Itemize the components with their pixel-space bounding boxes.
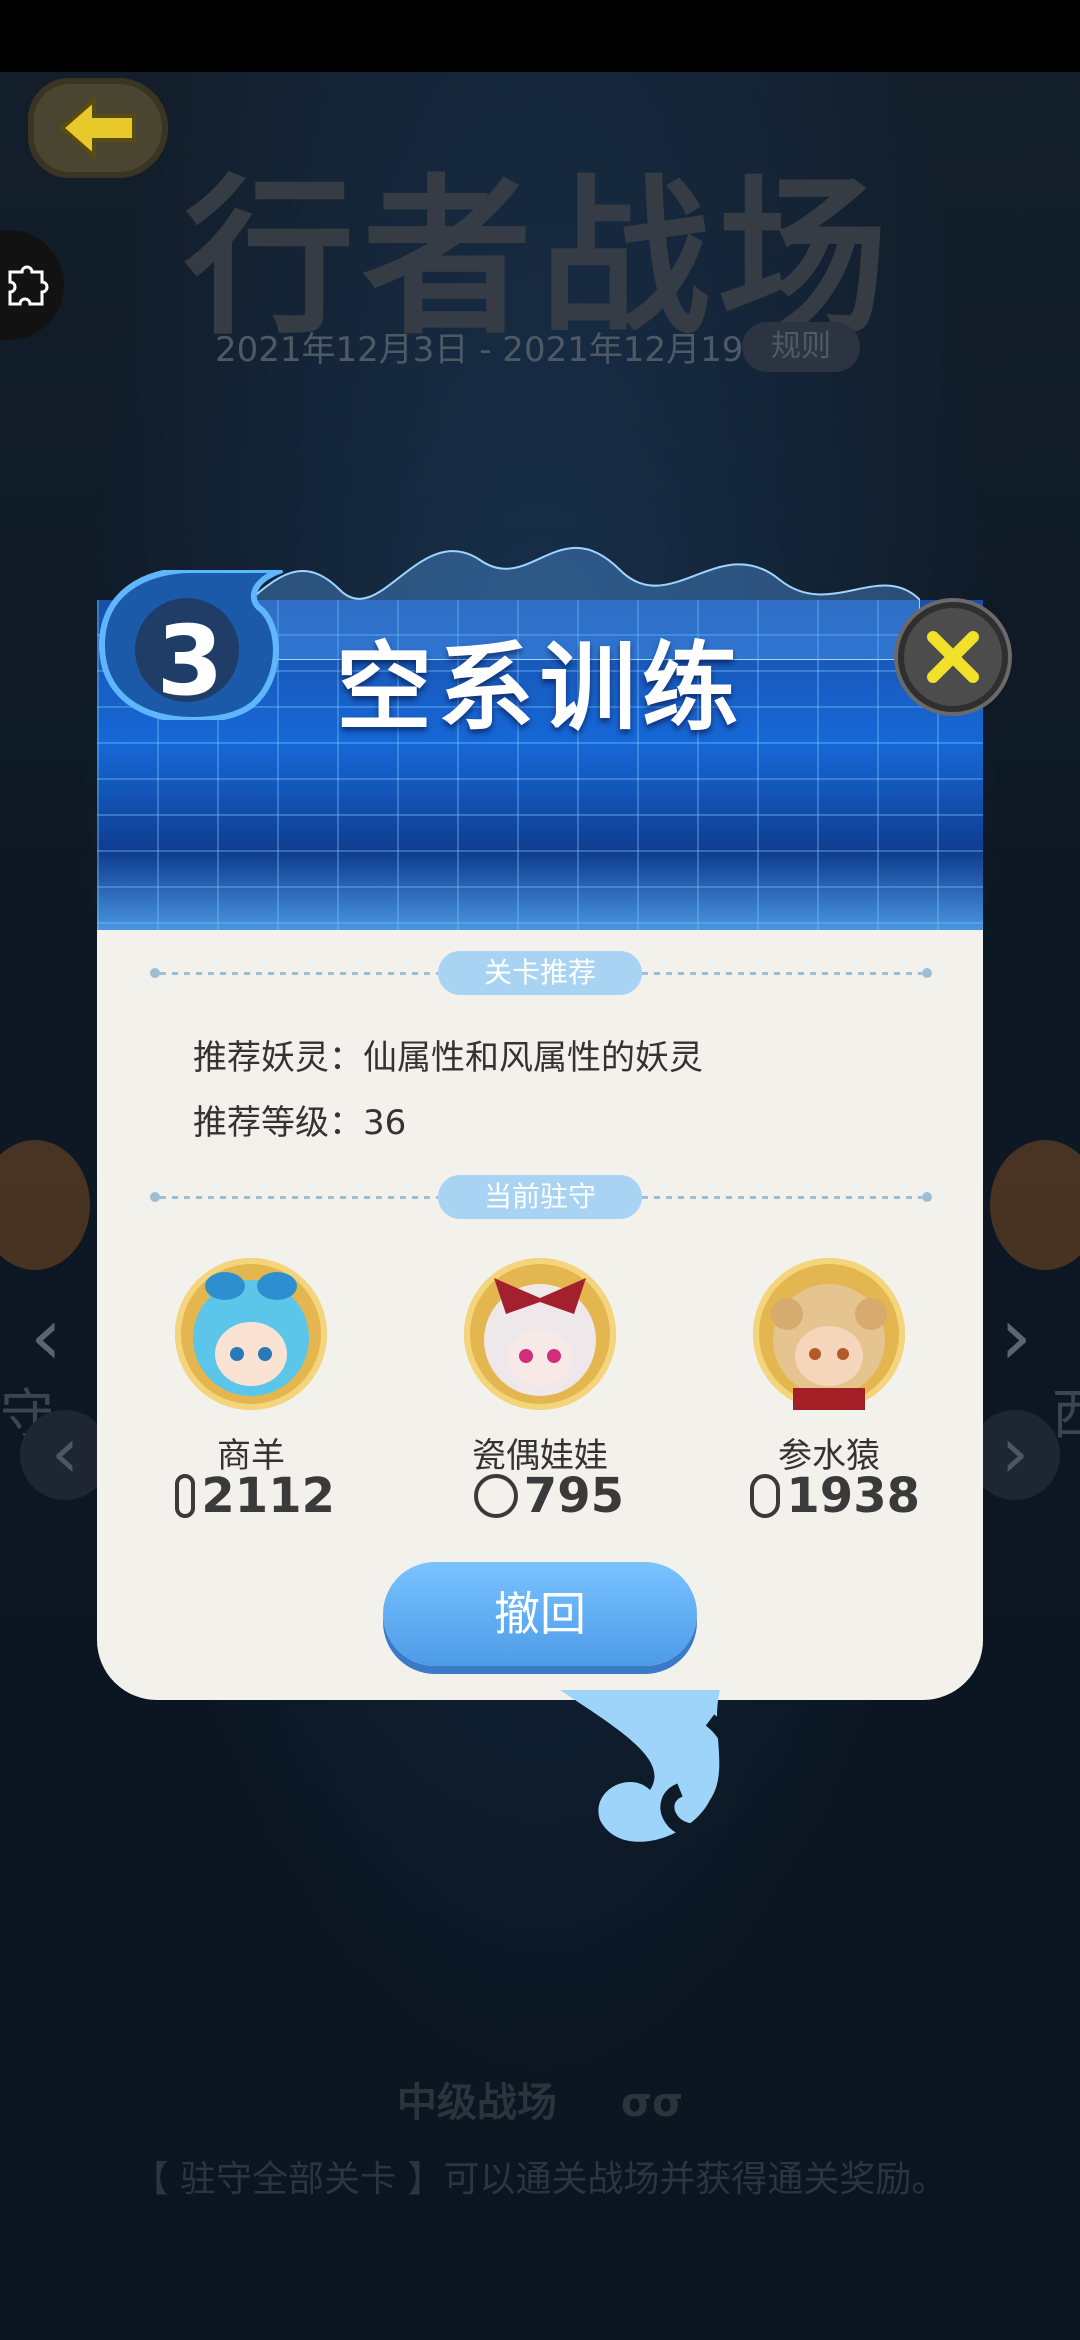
guard-power: 1938 xyxy=(750,1468,920,1524)
divider-dot xyxy=(922,1192,932,1202)
monkey-girl-avatar-icon xyxy=(771,1284,887,1410)
divider-dot xyxy=(150,968,160,978)
next-page-button[interactable]: › xyxy=(970,1410,1060,1500)
girl-blue-hair-avatar-icon xyxy=(193,1272,309,1396)
divider-line xyxy=(160,972,438,975)
guard-card[interactable] xyxy=(753,1258,905,1410)
status-bar xyxy=(0,0,1080,72)
guard-card[interactable] xyxy=(175,1258,327,1410)
guard-power: 2112 xyxy=(175,1468,335,1524)
avatar xyxy=(753,1258,905,1410)
chevron-left-icon: ‹ xyxy=(51,1412,79,1494)
level-number: 3 xyxy=(156,605,224,717)
recommended-level-text: 推荐等级：36 xyxy=(193,1103,407,1143)
avatar xyxy=(464,1258,616,1410)
event-date-range: 2021年12月3日 - 2021年12月19日 xyxy=(215,330,778,370)
clear-reward-tip: 【 驻守全部关卡 】可以通关战场并获得通关奖励。 xyxy=(132,2159,948,2200)
difficulty-label: 中级战场 σσ xyxy=(396,2080,684,2126)
doll-red-bow-avatar-icon xyxy=(484,1278,596,1396)
section-title-guard: 当前驻守 xyxy=(438,1175,642,1219)
divider-line xyxy=(160,1196,438,1199)
sword-icon xyxy=(175,1474,196,1518)
guard-power: 795 xyxy=(474,1468,624,1524)
divider-line xyxy=(642,1196,922,1199)
section-title-recommend: 关卡推荐 xyxy=(438,951,642,995)
rules-button[interactable]: 规则 xyxy=(742,322,860,372)
chevron-right-icon: › xyxy=(1000,1290,1032,1383)
modal-tail-decoration xyxy=(560,1690,743,1842)
recommended-spirit-text: 推荐妖灵：仙属性和风属性的妖灵 xyxy=(193,1038,703,1078)
close-button[interactable] xyxy=(898,602,1008,712)
close-icon xyxy=(927,631,979,683)
divider-dot xyxy=(922,968,932,978)
retract-button[interactable]: 撤回 xyxy=(383,1562,697,1666)
divider-dot xyxy=(150,1192,160,1202)
guard-card[interactable] xyxy=(464,1258,616,1410)
chevron-right-icon: › xyxy=(1001,1412,1029,1494)
divider-line xyxy=(642,972,922,975)
difficulty-glyph-icon: σσ xyxy=(620,2080,684,2126)
modal-title: 空系训练 xyxy=(336,632,744,744)
avatar xyxy=(175,1258,327,1410)
sword-icon xyxy=(750,1474,781,1518)
sword-icon xyxy=(474,1474,518,1518)
